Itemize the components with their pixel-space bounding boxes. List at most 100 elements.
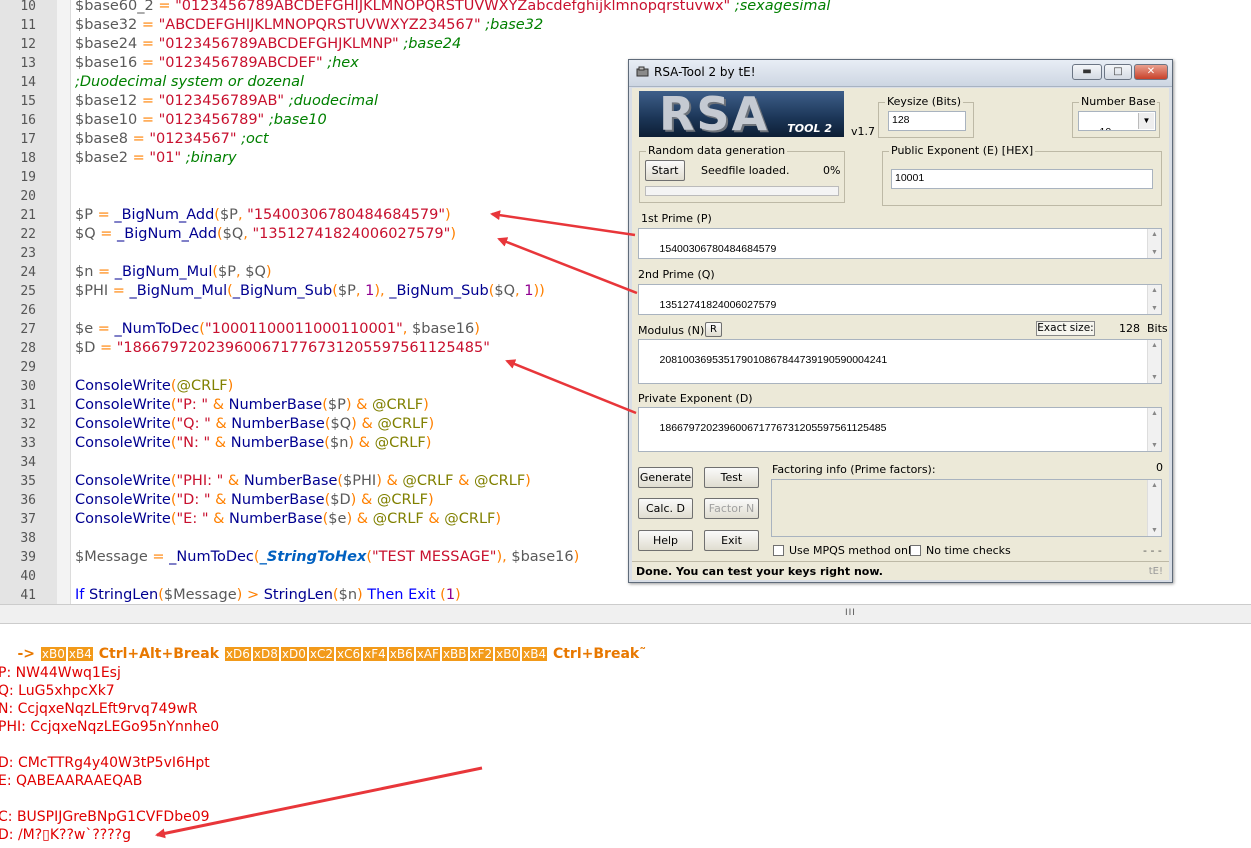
calc-d-button[interactable]: Calc. D [638, 498, 693, 519]
code-line[interactable]: ConsoleWrite("N: " & NumberBase($n) & @C… [75, 434, 431, 453]
minimize-button[interactable]: ▬ [1072, 64, 1102, 80]
code-line[interactable]: ConsoleWrite("D: " & NumberBase($D) & @C… [75, 491, 434, 510]
code-line[interactable]: ConsoleWrite("E: " & NumberBase($e) & @C… [75, 510, 501, 529]
code-line[interactable]: $Q = _BigNum_Add($Q, "135127418240060275… [75, 225, 456, 244]
code-line[interactable]: $base32 = "ABCDEFGHIJKLMNOPQRSTUVWXYZ234… [75, 16, 543, 35]
scroll-down-icon[interactable]: ▼ [1151, 442, 1158, 449]
factoring-output[interactable]: ▲ ▼ [771, 479, 1162, 537]
n-field[interactable]: 208100369535179010867844739190590004241 … [638, 339, 1162, 384]
r-button[interactable]: R [705, 322, 722, 337]
code-line[interactable]: $base2 = "01" ;binary [75, 149, 237, 168]
line-number: 17 [20, 132, 36, 147]
scroll-up-icon[interactable]: ▲ [1151, 482, 1158, 489]
numberbase-select[interactable]: 10 ▼ [1078, 111, 1156, 131]
d-field[interactable]: 186679720239600671776731205597561125485 … [638, 407, 1162, 452]
line-number: 29 [20, 360, 36, 375]
hex-byte-box: xB4 [66, 646, 94, 662]
console-line: D: /M?▯K??w`????g [0, 827, 131, 843]
no-time-checkbox[interactable] [910, 545, 921, 556]
code-token: $e [328, 511, 347, 527]
code-token: = [147, 549, 170, 565]
code-token: & [223, 473, 244, 489]
code-token: = [137, 36, 159, 52]
scroll-down-icon[interactable]: ▼ [1151, 527, 1158, 534]
code-token: StringLen [89, 587, 159, 603]
code-line[interactable]: ConsoleWrite("Q: " & NumberBase($Q) & @C… [75, 415, 434, 434]
p-scrollbar[interactable]: ▲ ▼ [1147, 229, 1161, 258]
code-line[interactable]: $n = _BigNum_Mul($P, $Q) [75, 263, 272, 282]
code-line[interactable]: $PHI = _BigNum_Mul(_BigNum_Sub($P, 1), _… [75, 282, 545, 301]
code-token: ;sexagesimal [730, 0, 831, 14]
code-line[interactable]: $P = _BigNum_Add($P, "154003067804846845… [75, 206, 451, 225]
test-button[interactable]: Test [704, 467, 759, 488]
close-button[interactable]: ✕ [1134, 64, 1168, 80]
line-number: 37 [20, 512, 36, 527]
code-line[interactable]: $Message = _NumToDec(_StringToHex("TEST … [75, 548, 579, 567]
code-line[interactable]: ;Duodecimal system or dozenal [75, 73, 304, 92]
code-line[interactable]: $base16 = "0123456789ABCDEF" ;hex [75, 54, 359, 73]
mpqs-checkbox[interactable] [773, 545, 784, 556]
code-line[interactable]: $base8 = "01234567" ;oct [75, 130, 269, 149]
keysize-input[interactable]: 128 [888, 111, 966, 131]
splitter-grip[interactable]: III [845, 608, 856, 618]
maximize-button[interactable]: □ [1104, 64, 1132, 80]
no-time-label: No time checks [926, 544, 1011, 557]
start-button[interactable]: Start [645, 160, 685, 181]
d-scrollbar[interactable]: ▲ ▼ [1147, 408, 1161, 451]
p-field[interactable]: 15400306780484684579 ▲ ▼ [638, 228, 1162, 259]
code-token: ) > [236, 587, 264, 603]
factor-n-button[interactable]: Factor N [704, 498, 759, 519]
code-line[interactable]: ConsoleWrite("P: " & NumberBase($P) & @C… [75, 396, 429, 415]
scroll-up-icon[interactable]: ▲ [1151, 410, 1158, 417]
q-scrollbar[interactable]: ▲ ▼ [1147, 285, 1161, 314]
scroll-down-icon[interactable]: ▼ [1151, 249, 1158, 256]
pubexp-input[interactable]: 10001 [891, 169, 1153, 189]
scroll-up-icon[interactable]: ▲ [1151, 342, 1158, 349]
scroll-down-icon[interactable]: ▼ [1151, 305, 1158, 312]
code-line[interactable]: $base12 = "0123456789AB" ;duodecimal [75, 92, 378, 111]
factoring-scrollbar[interactable]: ▲ ▼ [1147, 480, 1161, 536]
chevron-down-icon[interactable]: ▼ [1138, 113, 1154, 129]
code-token: "0123456789ABCDEF" [158, 55, 323, 71]
window-titlebar[interactable]: RSA-Tool 2 by tE! ▬ □ ✕ [629, 60, 1172, 87]
output-console[interactable]: -> xB0 xB4 Ctrl+Alt+Break xD6 xD8 xD0 xC2 xC6… [0, 624, 1251, 848]
code-token: $base16 [75, 55, 138, 71]
code-line[interactable]: ConsoleWrite(@CRLF) [75, 377, 233, 396]
code-line[interactable]: $base10 = "0123456789" ;base10 [75, 111, 327, 130]
scroll-up-icon[interactable]: ▲ [1151, 287, 1158, 294]
line-number: 16 [20, 113, 36, 128]
exit-button[interactable]: Exit [704, 530, 759, 551]
rsa-tool-window[interactable]: RSA-Tool 2 by tE! ▬ □ ✕ RSA TOOL 2 v1.7 … [628, 59, 1173, 583]
line-number: 12 [20, 37, 36, 52]
line-number: 40 [20, 569, 36, 584]
scroll-up-icon[interactable]: ▲ [1151, 231, 1158, 238]
q-field[interactable]: 13512741824006027579 ▲ ▼ [638, 284, 1162, 315]
code-token: = [153, 0, 176, 14]
maximize-icon: □ [1113, 66, 1123, 77]
code-line[interactable]: If StringLen($Message) > StringLen($n) T… [75, 586, 461, 604]
code-token: & [210, 416, 232, 432]
n-scrollbar[interactable]: ▲ ▼ [1147, 340, 1161, 383]
line-number: 14 [20, 75, 36, 90]
generate-button[interactable]: Generate [638, 467, 693, 488]
scroll-down-icon[interactable]: ▼ [1151, 374, 1158, 381]
code-token: "D: " [176, 492, 211, 508]
code-line[interactable]: $e = _NumToDec("10001100011000110001", $… [75, 320, 480, 339]
code-token: NumberBase [243, 473, 338, 489]
code-token: "10001100011000110001" [204, 321, 403, 337]
code-token: @CRLF [474, 473, 526, 489]
code-line[interactable]: $base60_2 = "0123456789ABCDEFGHIJKLMNOPQ… [75, 0, 830, 16]
code-line[interactable]: $D = "1866797202396006717767312055975611… [75, 339, 490, 358]
code-token: = [137, 112, 159, 128]
console-header-text: Ctrl+Break [548, 646, 640, 662]
code-token: ) [455, 587, 461, 603]
numberbase-value: 10 [1100, 126, 1112, 130]
code-line[interactable]: $base24 = "0123456789ABCDEFGHJKLMNP" ;ba… [75, 35, 461, 54]
p-label: 1st Prime (P) [641, 212, 712, 225]
console-header-text: ˜ [639, 646, 647, 662]
code-token: )) [533, 283, 545, 299]
minimize-icon: ▬ [1082, 66, 1092, 77]
code-line[interactable]: ConsoleWrite("PHI: " & NumberBase($PHI) … [75, 472, 531, 491]
pane-splitter[interactable]: III [0, 604, 1251, 624]
help-button[interactable]: Help [638, 530, 693, 551]
